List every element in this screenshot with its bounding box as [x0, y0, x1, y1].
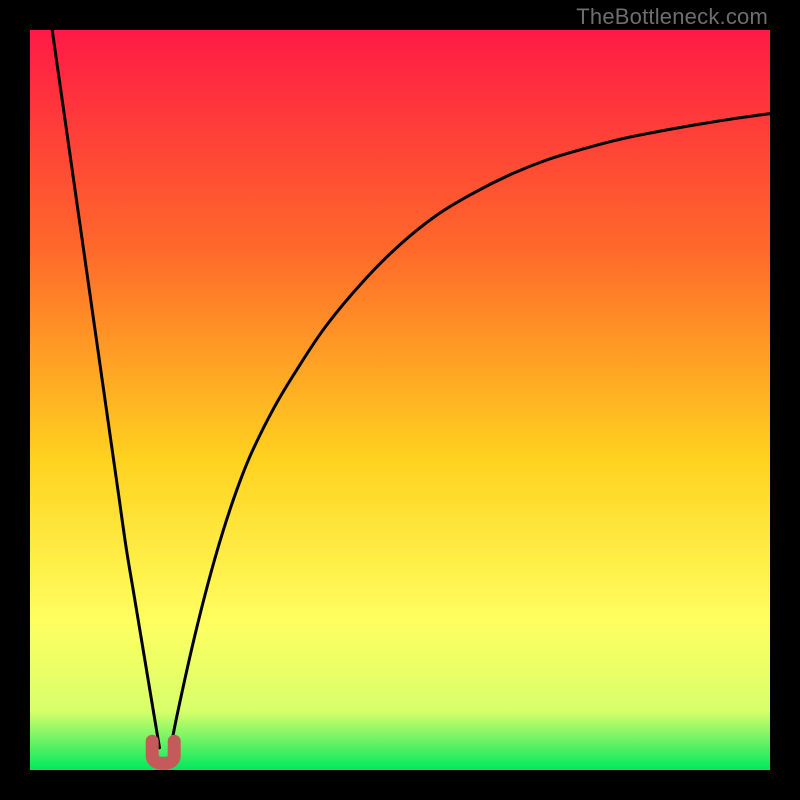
watermark-text: TheBottleneck.com [576, 4, 768, 30]
chart-frame: TheBottleneck.com [0, 0, 800, 800]
gradient-background [30, 30, 770, 770]
chart-svg [30, 30, 770, 770]
plot-area [30, 30, 770, 770]
